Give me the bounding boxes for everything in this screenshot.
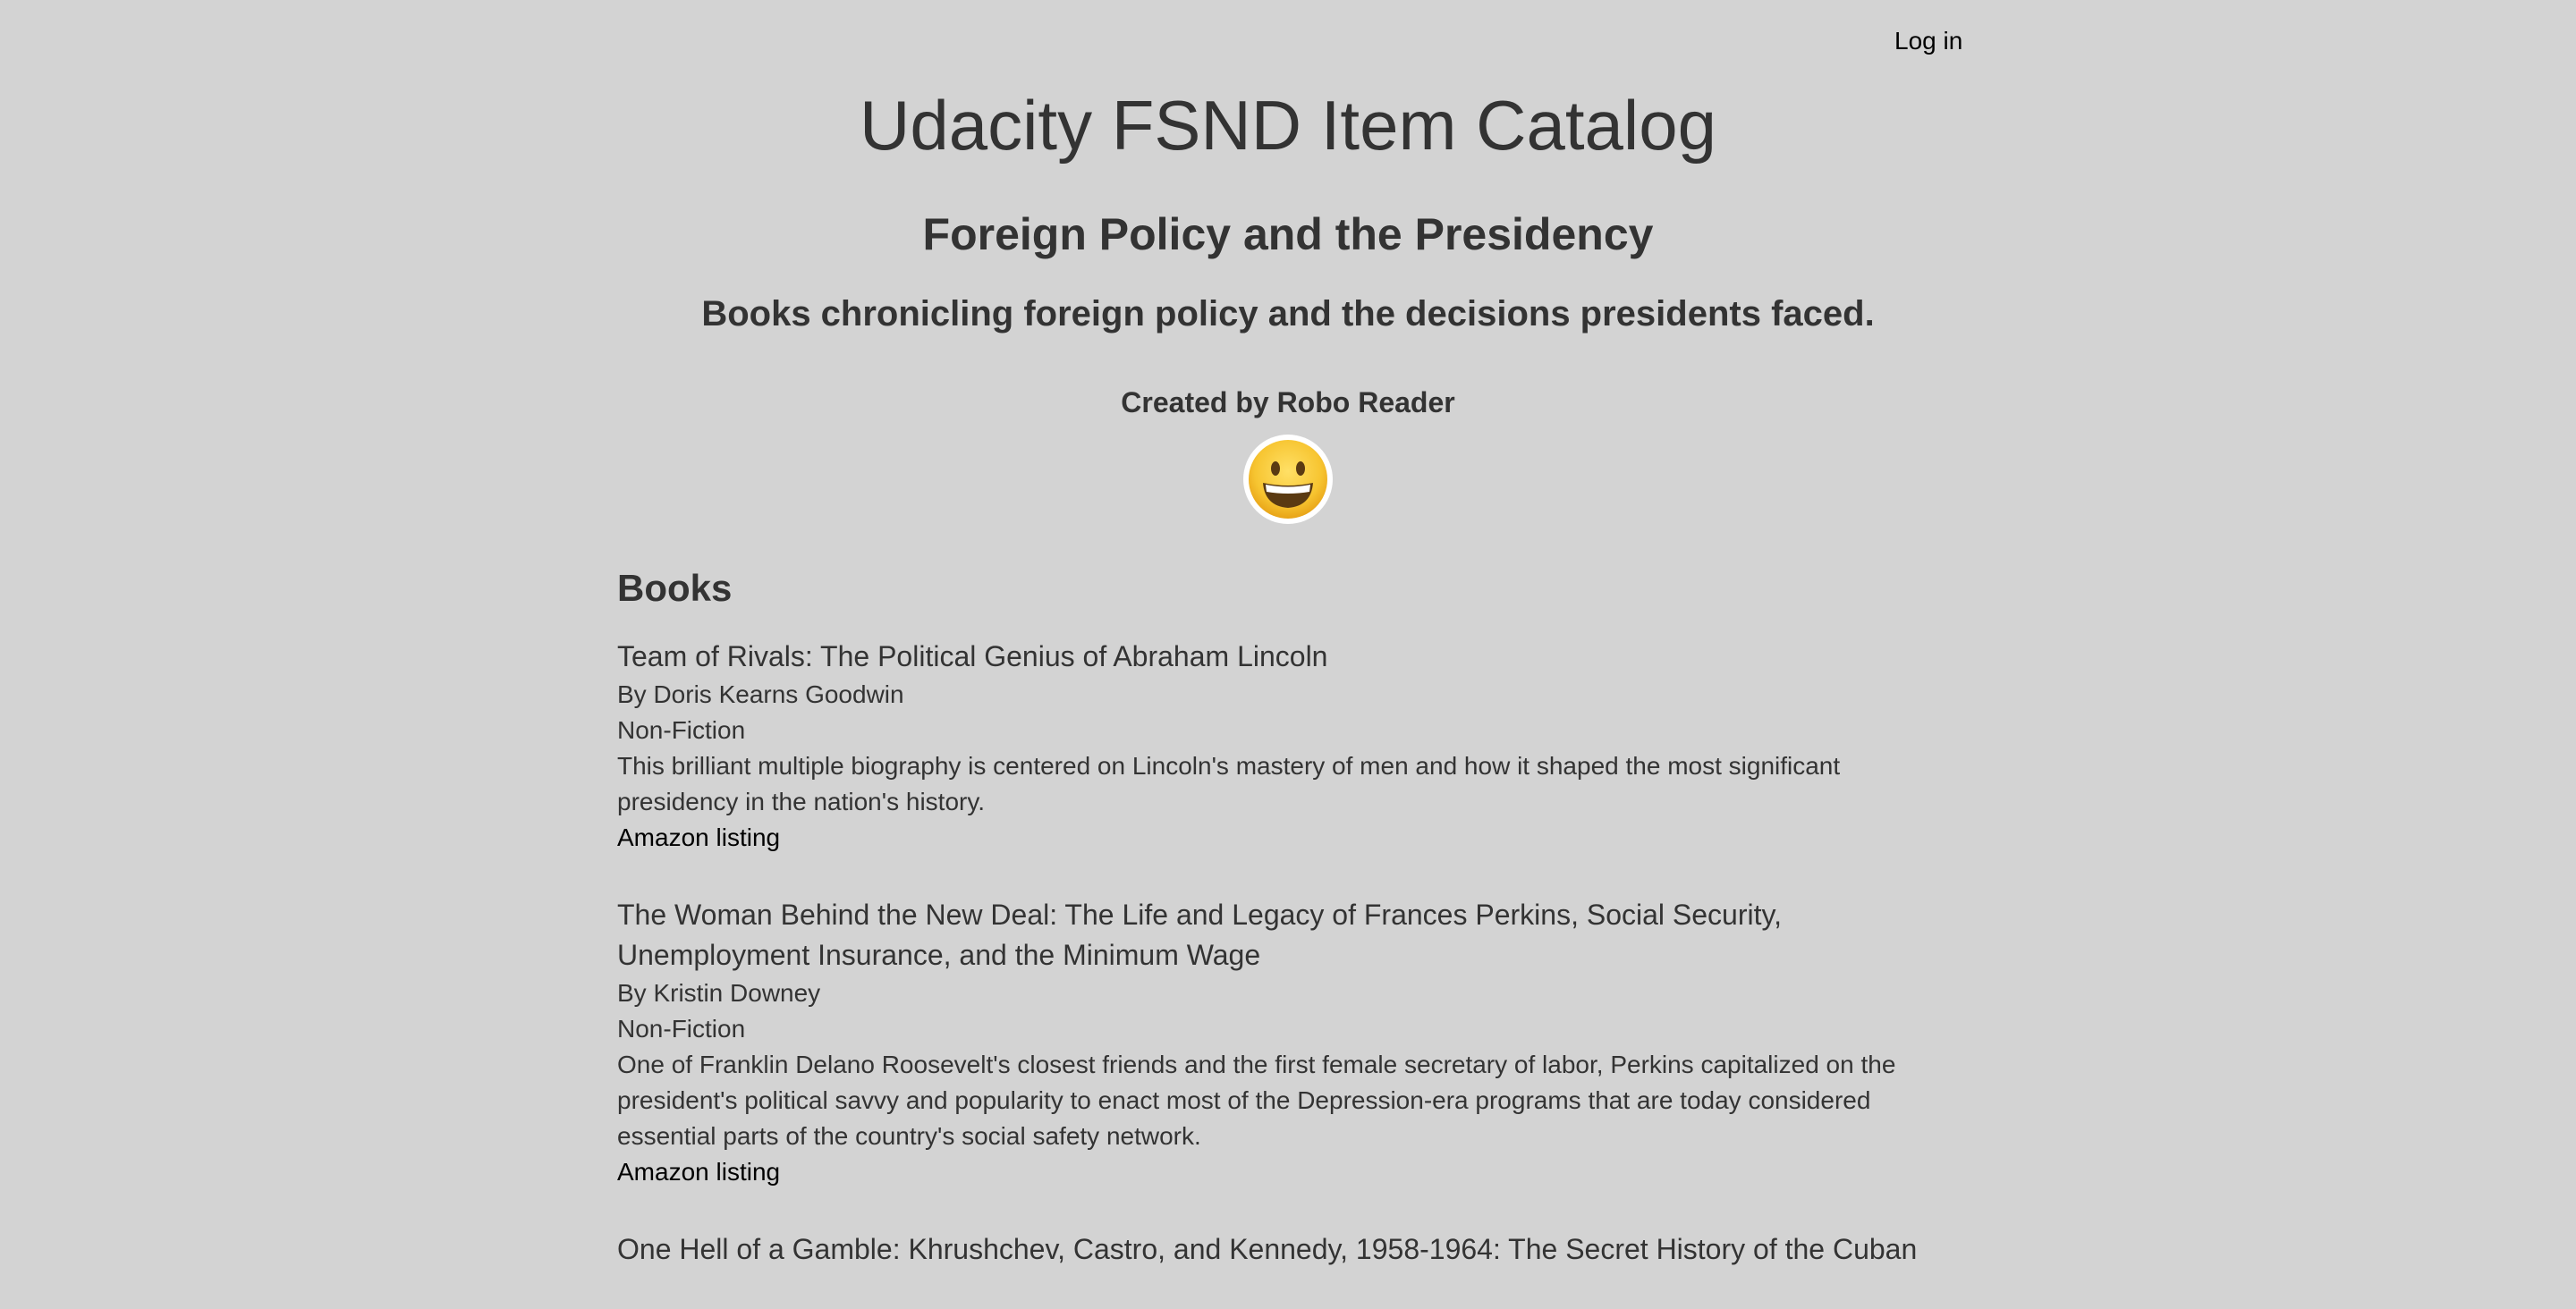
books-section: Books Team of Rivals: The Political Geni… [617,565,1959,1309]
creator-label: Created by Robo Reader [1121,386,1455,418]
category-title: Foreign Policy and the Presidency [922,209,1654,259]
book-item: Team of Rivals: The Political Genius of … [617,637,1959,856]
book-genre: Non-Fiction [617,1015,746,1043]
book-description: This brilliant multiple biography is cen… [617,752,1841,815]
category-description: Books chronicling foreign policy and the… [701,294,1875,334]
amazon-listing-link[interactable]: Amazon listing [617,820,1959,856]
book-genre: Non-Fiction [617,716,746,744]
books-heading: Books [617,567,733,609]
book-title: Team of Rivals: The Political Genius of … [617,640,1328,672]
book-author: By Doris Kearns Goodwin [617,680,904,708]
book-author: By Kristin Downey [617,979,821,1007]
book-item: The Woman Behind the New Deal: The Life … [617,895,1959,1190]
login-link[interactable]: Log in [1894,27,1962,55]
app-title: Udacity FSND Item Catalog [860,86,1716,165]
amazon-listing-link[interactable]: Amazon listing [617,1154,1959,1190]
book-title: One Hell of a Gamble: Khrushchev, Castro… [617,1233,1918,1265]
grinning-face-icon [1249,440,1327,519]
book-title: The Woman Behind the New Deal: The Life … [617,899,1782,971]
avatar [1243,435,1333,524]
book-item: One Hell of a Gamble: Khrushchev, Castro… [617,1229,1959,1270]
book-description: One of Franklin Delano Roosevelt's close… [617,1051,1896,1150]
